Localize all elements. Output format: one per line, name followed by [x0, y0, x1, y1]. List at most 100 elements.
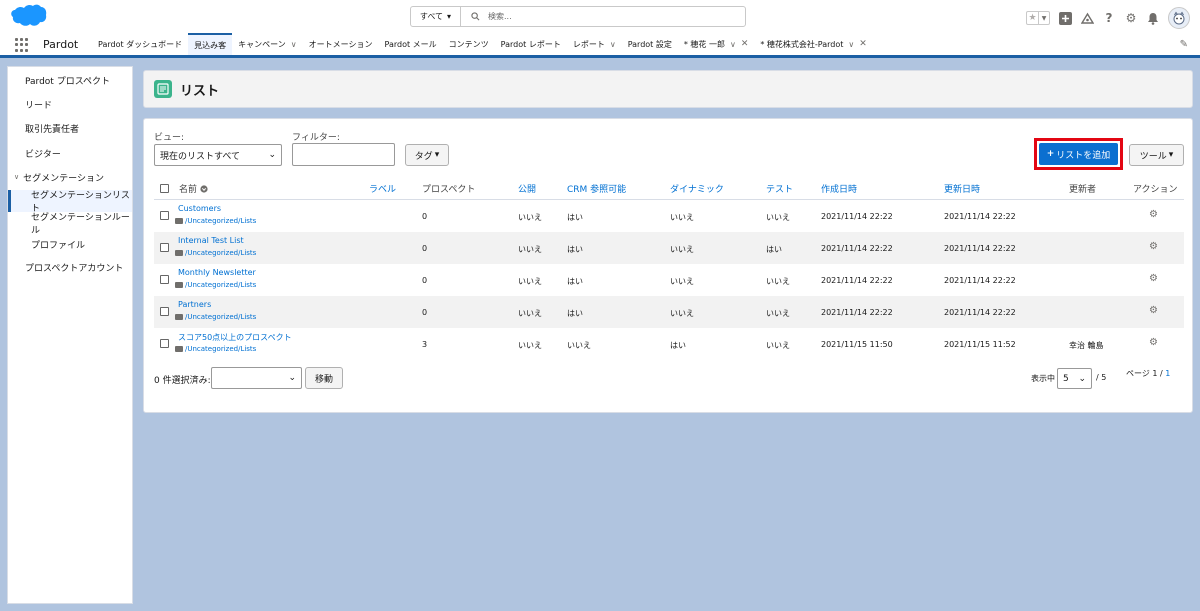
- edit-nav-pencil-icon[interactable]: ✎: [1180, 39, 1188, 50]
- row-action-gear-icon[interactable]: ⚙: [1149, 305, 1158, 316]
- prospect-count: 0: [422, 244, 428, 253]
- sidebar-item-label: セグメンテーション: [23, 173, 104, 184]
- sidebar-item-leads[interactable]: リード: [8, 93, 132, 115]
- row-checkbox[interactable]: [160, 339, 169, 348]
- gear-icon[interactable]: ⚙: [1124, 11, 1138, 25]
- close-icon[interactable]: ✕: [741, 39, 749, 49]
- list-name-link[interactable]: スコア50点以上のプロスペクト: [178, 332, 292, 343]
- tab-label: Pardot ダッシュボード: [98, 39, 183, 49]
- chevron-down-icon[interactable]: ∨: [14, 173, 19, 181]
- sidebar-item-segmentation-lists[interactable]: セグメンテーションリスト: [8, 190, 132, 214]
- row-checkbox[interactable]: [160, 307, 169, 316]
- chevron-down-icon[interactable]: ∨: [610, 40, 616, 49]
- search-input[interactable]: 検索...: [461, 11, 745, 22]
- tab-pardot-dashboard[interactable]: Pardot ダッシュボード: [92, 33, 188, 55]
- bell-icon[interactable]: [1146, 11, 1160, 25]
- bulk-action-select[interactable]: ⌄: [211, 367, 302, 389]
- sidebar-item-contacts[interactable]: 取引先責任者: [8, 117, 132, 139]
- row-action-gear-icon[interactable]: ⚙: [1149, 209, 1158, 220]
- tab-label: Pardot レポート: [500, 39, 561, 49]
- plus-square-icon[interactable]: [1058, 11, 1072, 25]
- list-name-link[interactable]: Customers: [178, 204, 221, 213]
- caret-down-icon: ▾: [434, 150, 440, 160]
- created-date: 2021/11/15 11:50: [821, 340, 893, 349]
- column-header-label-col[interactable]: ラベル: [369, 182, 396, 195]
- folder-path-link[interactable]: /Uncategorized/Lists: [175, 345, 256, 353]
- tab-pardot-reports[interactable]: Pardot レポート: [495, 33, 567, 55]
- tools-button[interactable]: ツール ▾: [1129, 144, 1184, 166]
- add-list-highlight: + リストを追加: [1034, 138, 1123, 170]
- list-name-link[interactable]: Partners: [178, 300, 211, 309]
- row-action-gear-icon[interactable]: ⚙: [1149, 337, 1158, 348]
- column-header-created[interactable]: 作成日時: [821, 182, 857, 195]
- per-page-select[interactable]: 5 ⌄: [1057, 368, 1092, 389]
- column-header-test[interactable]: テスト: [766, 182, 793, 195]
- select-all-checkbox[interactable]: [160, 184, 169, 193]
- list-name-link[interactable]: Internal Test List: [178, 236, 244, 245]
- help-icon[interactable]: ?: [1102, 11, 1116, 25]
- folder-path-link[interactable]: /Uncategorized/Lists: [175, 313, 256, 321]
- trailhead-icon[interactable]: [1080, 11, 1094, 25]
- column-header-updated[interactable]: 更新日時: [944, 182, 980, 195]
- chevron-down-icon[interactable]: ▼: [1038, 12, 1049, 24]
- tab-pardot-settings[interactable]: Pardot 設定: [622, 33, 678, 55]
- sort-circle-icon[interactable]: [200, 184, 208, 193]
- add-list-button[interactable]: + リストを追加: [1039, 143, 1118, 165]
- tag-button[interactable]: タグ ▾: [405, 144, 449, 166]
- row-checkbox[interactable]: [160, 211, 169, 220]
- view-select[interactable]: 現在のリストすべて ⌄: [154, 144, 282, 166]
- user-avatar[interactable]: [1168, 7, 1190, 29]
- tab-record-account[interactable]: * 穂花株式会社-Pardot ∨ ✕: [754, 33, 872, 55]
- sidebar-item-segmentation-rules[interactable]: セグメンテーションルール: [8, 212, 132, 236]
- tab-campaigns[interactable]: キャンペーン ∨: [232, 33, 302, 55]
- chevron-down-icon[interactable]: ∨: [730, 40, 736, 49]
- page-total-link[interactable]: 1: [1165, 369, 1170, 378]
- prospect-count: 0: [422, 276, 428, 285]
- chevron-down-icon[interactable]: ∨: [848, 40, 854, 49]
- global-search: すべて ▾ 検索...: [410, 6, 746, 27]
- sidebar-item-profiles[interactable]: プロファイル: [8, 233, 132, 255]
- list-name-link[interactable]: Monthly Newsletter: [178, 268, 256, 277]
- sidebar-item-visitors[interactable]: ビジター: [8, 142, 132, 164]
- column-header-crm-visible[interactable]: CRM 参照可能: [567, 182, 626, 195]
- row-action-gear-icon[interactable]: ⚙: [1149, 241, 1158, 252]
- row-action-gear-icon[interactable]: ⚙: [1149, 273, 1158, 284]
- star-icon[interactable]: ★: [1027, 12, 1038, 24]
- salesforce-logo[interactable]: [9, 4, 47, 30]
- created-date: 2021/11/14 22:22: [821, 308, 893, 317]
- column-header-public[interactable]: 公開: [518, 182, 536, 195]
- tab-pardot-email[interactable]: Pardot メール: [378, 33, 442, 55]
- dynamic-value: いいえ: [670, 277, 694, 286]
- folder-path-link[interactable]: /Uncategorized/Lists: [175, 249, 256, 257]
- sidebar-item-segmentation[interactable]: ∨ セグメンテーション: [8, 166, 132, 188]
- folder-path-link[interactable]: /Uncategorized/Lists: [175, 281, 256, 289]
- column-header-name[interactable]: 名前: [179, 182, 208, 195]
- row-checkbox[interactable]: [160, 243, 169, 252]
- tab-label: キャンペーン: [238, 39, 286, 49]
- header-utility-icons: ★ ▼ ? ⚙: [1026, 7, 1190, 29]
- tab-reports[interactable]: レポート ∨: [567, 33, 622, 55]
- filter-input[interactable]: [292, 143, 395, 166]
- chevron-down-icon[interactable]: ∨: [291, 40, 297, 49]
- row-checkbox[interactable]: [160, 275, 169, 284]
- column-header-dynamic[interactable]: ダイナミック: [670, 182, 724, 195]
- tab-prospects[interactable]: 見込み客: [188, 33, 233, 55]
- sidebar-item-label: プロスペクトアカウント: [25, 263, 124, 274]
- move-button[interactable]: 移動: [305, 367, 343, 389]
- tab-content[interactable]: コンテンツ: [443, 33, 495, 55]
- sidebar-item-pardot-prospects[interactable]: Pardot プロスペクト: [8, 69, 132, 91]
- favorites-control[interactable]: ★ ▼: [1026, 11, 1050, 25]
- folder-icon: [175, 314, 183, 320]
- sidebar-item-prospect-accounts[interactable]: プロスペクトアカウント: [8, 256, 132, 278]
- column-header-actions: アクション: [1133, 185, 1178, 195]
- search-scope-dropdown[interactable]: すべて ▾: [411, 7, 461, 26]
- chevron-down-icon: ⌄: [288, 373, 296, 383]
- app-launcher-icon[interactable]: [15, 38, 29, 52]
- tab-label: * 穂花 一郎: [683, 39, 725, 49]
- folder-icon: [175, 250, 183, 256]
- tab-record-contact[interactable]: * 穂花 一郎 ∨ ✕: [678, 33, 755, 55]
- close-icon[interactable]: ✕: [859, 39, 867, 49]
- folder-path-link[interactable]: /Uncategorized/Lists: [175, 217, 256, 225]
- tab-label: Pardot 設定: [627, 39, 672, 49]
- tab-automation[interactable]: オートメーション: [303, 33, 379, 55]
